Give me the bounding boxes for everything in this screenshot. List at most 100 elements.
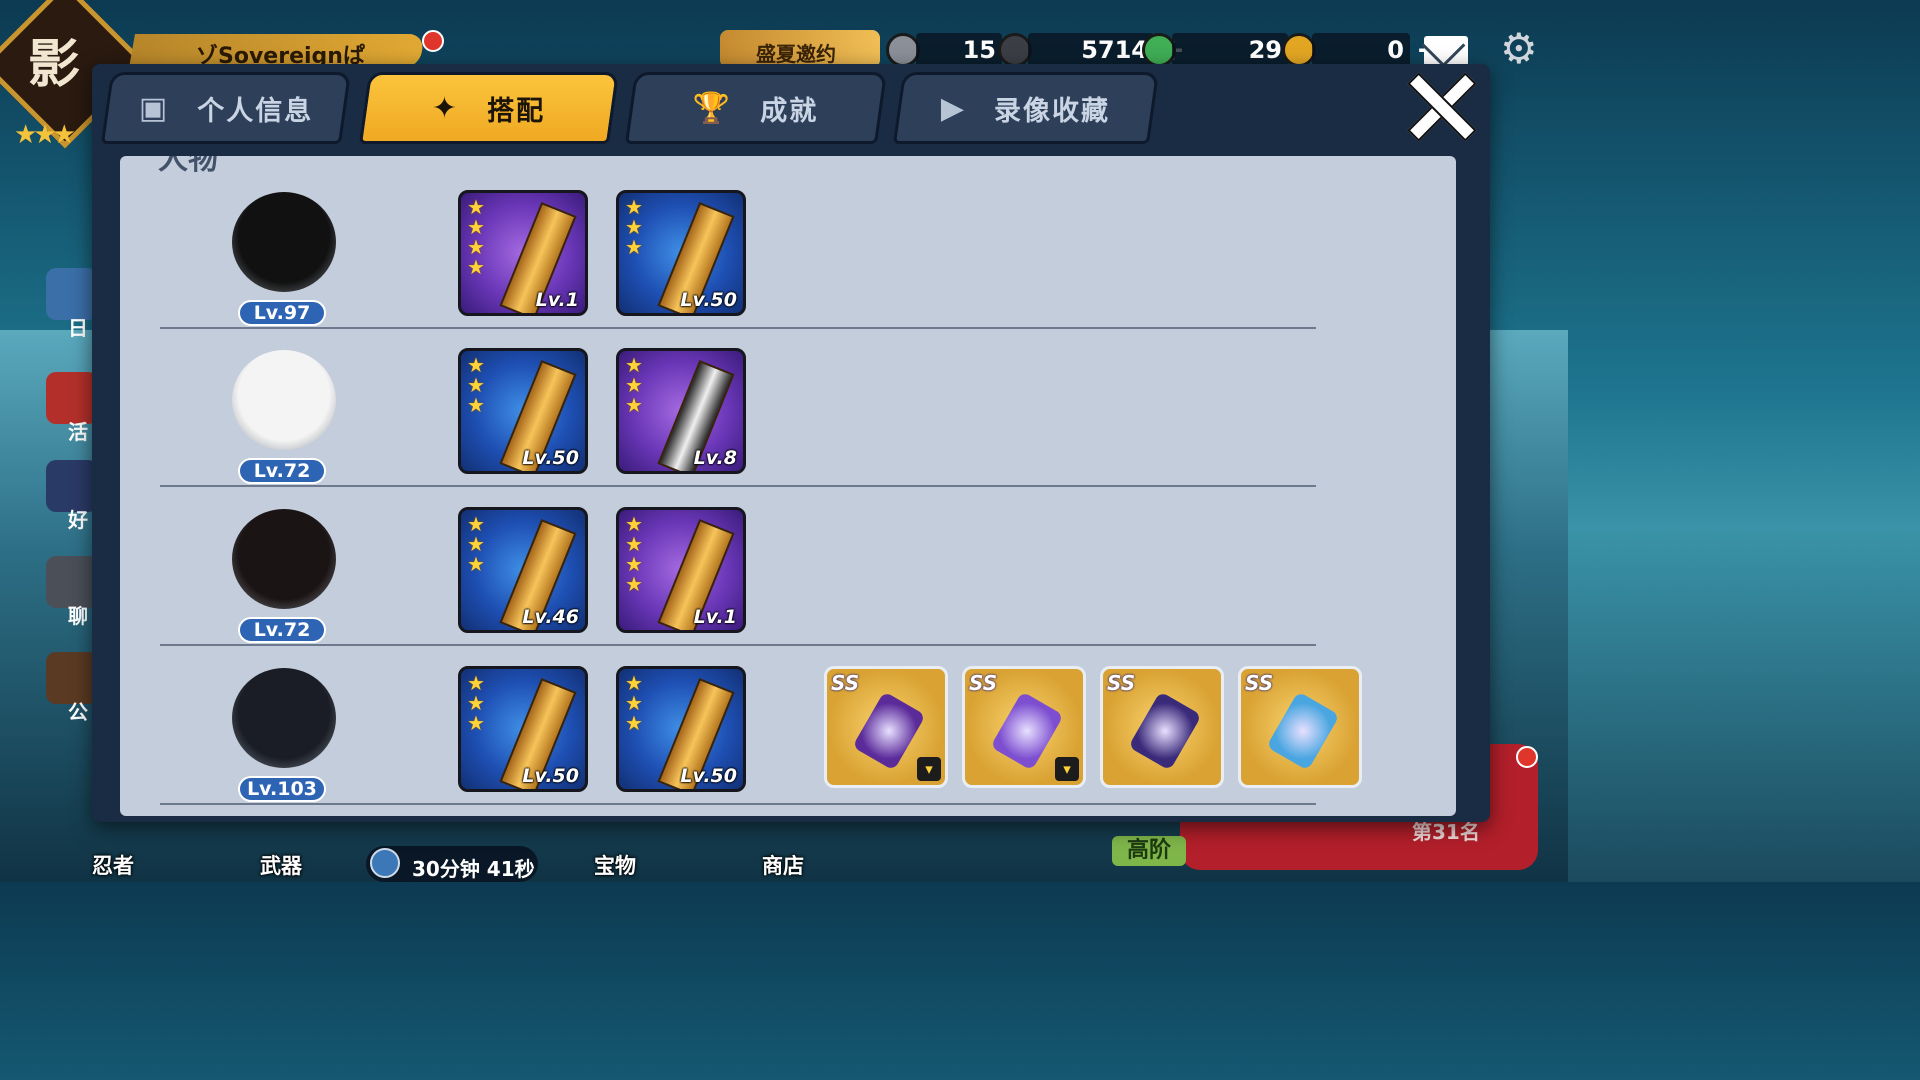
star-icon: ★ [467, 711, 485, 735]
weapon-level: Lv.8 [693, 447, 737, 469]
star-icon: ★ [625, 393, 643, 417]
tab-0[interactable]: ▣ 个人信息 [100, 72, 352, 144]
weapon-stars: ★ ★ ★ ★ [625, 514, 643, 594]
top-bar: 影 ★★★ ゾSovereignぱ 盛夏邀约 15+5714+29+0+ ⚙ [0, 0, 1568, 150]
star-icon: ★ [467, 215, 485, 239]
star-icon: ★ [625, 671, 643, 695]
green-orb-icon [1142, 33, 1176, 67]
tab-label: 录像收藏 [994, 95, 1111, 127]
treasure-grade: SS [1245, 671, 1274, 695]
emblem-stars: ★★★ [14, 120, 76, 150]
weapon-level: Lv.1 [535, 289, 579, 311]
weapon-stars: ★ ★ ★ [625, 355, 643, 415]
star-icon: ★ [625, 353, 643, 377]
tab-2[interactable]: 🏆 成就 [624, 72, 888, 144]
star-icon: ★ [625, 235, 643, 259]
weapon-level: Lv.50 [522, 447, 579, 469]
row-divider [160, 803, 1316, 805]
star-icon: ★ [467, 353, 485, 377]
character-avatar [232, 192, 336, 292]
star-icon: ★ [467, 235, 485, 259]
star-icon: ★ [467, 532, 485, 556]
weapon-stars: ★ ★ ★ ★ [467, 197, 485, 277]
character-level: Lv.103 [238, 776, 326, 802]
weapon-stars: ★ ★ ★ [625, 673, 643, 733]
star-icon: ★ [625, 532, 643, 556]
summer-event-label: 盛夏邀约 [756, 42, 836, 66]
treasure-grade: SS [831, 671, 860, 695]
shirt-icon: ▾ [1055, 757, 1079, 781]
weapon-level: Lv.46 [522, 606, 579, 628]
tab-content: 🏆 成就 [693, 89, 818, 128]
gold-key-icon [1282, 33, 1316, 67]
treasure-card[interactable]: SS ▾ [962, 666, 1086, 788]
shirt-icon: ▾ [917, 757, 941, 781]
weapon-level: Lv.50 [680, 289, 737, 311]
star-icon: ★ [467, 691, 485, 715]
sidebar-item-label: 聊 [68, 604, 88, 628]
weapon-stars: ★ ★ ★ [625, 197, 643, 257]
nav-ninja[interactable]: 忍者 [92, 850, 134, 880]
star-icon: ★ [625, 691, 643, 715]
star-icon: ★ [467, 393, 485, 417]
mail-icon[interactable] [1424, 36, 1468, 66]
tab-3[interactable]: ▶ 录像收藏 [892, 72, 1160, 144]
trophy-icon: 🏆 [693, 90, 731, 126]
character-avatar [232, 350, 336, 450]
treasure-card[interactable]: SS [1100, 666, 1224, 788]
star-icon: ★ [467, 255, 485, 279]
character-row: Lv.72 ★ ★ ★ Lv.50 ★ ★ ★ Lv.8 [120, 314, 1456, 484]
weapon-level: Lv.50 [522, 765, 579, 787]
tab-label: 成就 [760, 95, 819, 127]
sidebar-item-label: 活 [68, 420, 88, 444]
notification-dot [422, 30, 444, 52]
weapon-card[interactable]: ★ ★ ★ Lv.50 [458, 666, 588, 792]
character-portrait[interactable]: Lv.72 [222, 509, 346, 643]
weapon-card[interactable]: ★ ★ ★ ★ Lv.1 [458, 190, 588, 316]
weapon-card[interactable]: ★ ★ ★ Lv.50 [616, 190, 746, 316]
weapon-card[interactable]: ★ ★ ★ Lv.46 [458, 507, 588, 633]
star-icon: ★ [467, 671, 485, 695]
nav-weapons[interactable]: 武器 [260, 850, 302, 880]
treasure-grade: SS [1107, 671, 1136, 695]
timer-text: 30分钟 41秒 [412, 857, 535, 881]
weapon-stars: ★ ★ ★ [467, 673, 485, 733]
star-icon: ★ [625, 195, 643, 219]
character-portrait[interactable]: Lv.103 [222, 668, 346, 802]
character-row: Lv.103 ★ ★ ★ Lv.50 ★ ★ ★ Lv.50 SS ▾ SS ▾ SS SS [120, 632, 1456, 802]
character-row: Lv.97 ★ ★ ★ ★ Lv.1 ★ ★ ★ Lv.50 [120, 156, 1456, 326]
tab-content: ✦ 搭配 [432, 89, 545, 128]
weapon-card[interactable]: ★ ★ ★ Lv.50 [616, 666, 746, 792]
treasure-art [1266, 691, 1340, 771]
character-portrait[interactable]: Lv.72 [222, 350, 346, 484]
star-icon: ★ [467, 552, 485, 576]
weapon-card[interactable]: ★ ★ ★ ★ Lv.1 [616, 507, 746, 633]
character-avatar [232, 668, 336, 768]
weapon-card[interactable]: ★ ★ ★ Lv.50 [458, 348, 588, 474]
character-avatar [232, 509, 336, 609]
resource-value: 29 [1172, 33, 1288, 67]
tab-label: 搭配 [487, 95, 546, 127]
treasure-art [852, 691, 926, 771]
emblem-character: 影 [28, 34, 81, 95]
tab-content: ▣ 个人信息 [139, 89, 313, 128]
nav-shop[interactable]: 商店 [762, 850, 804, 880]
star-icon: ★ [467, 195, 485, 219]
tab-1[interactable]: ✦ 搭配 [358, 72, 620, 144]
tab-content: ▶ 录像收藏 [941, 89, 1110, 128]
treasure-card[interactable]: SS [1238, 666, 1362, 788]
treasure-art [990, 691, 1064, 771]
star-icon: ★ [467, 512, 485, 536]
treasure-card[interactable]: SS ▾ [824, 666, 948, 788]
nav-treasure[interactable]: 宝物 [594, 850, 636, 880]
resource-value: 15 [916, 33, 1002, 67]
resource-value: 0 [1312, 33, 1410, 67]
character-portrait[interactable]: Lv.97 [222, 192, 346, 326]
coin-icon [998, 33, 1032, 67]
treasure-grade: SS [969, 671, 998, 695]
star-icon: ★ [625, 215, 643, 239]
close-button[interactable] [1404, 70, 1477, 142]
weapon-card[interactable]: ★ ★ ★ Lv.8 [616, 348, 746, 474]
tab-label: 个人信息 [197, 95, 314, 127]
gear-icon[interactable]: ⚙ [1500, 28, 1538, 70]
